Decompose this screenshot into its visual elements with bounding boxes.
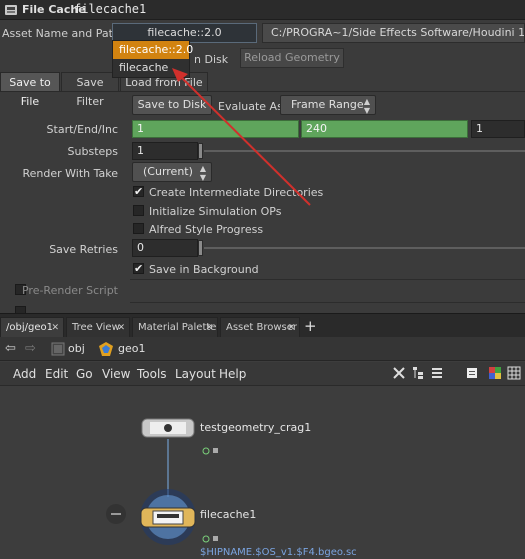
lock-icon: [213, 536, 218, 541]
breadcrumb-geo1[interactable]: geo1: [118, 342, 145, 355]
render-take-value: (Current): [143, 165, 193, 178]
node-label-testgeometry: testgeometry_crag1: [200, 421, 312, 434]
load-from-disk-label: n Disk: [194, 53, 229, 66]
network-pane: /obj/geo1 ✕ Tree View ✕ Material Palette ✕ …: [0, 313, 525, 559]
parameter-titlebar: File Cache filecache1: [0, 0, 525, 20]
node-filecache[interactable]: [140, 507, 196, 528]
render-take-menu[interactable]: (Current) ▲ ▼: [132, 162, 212, 182]
tab-tree-view[interactable]: Tree View ✕: [66, 317, 130, 337]
pre-render-type-checkbox[interactable]: [15, 306, 26, 313]
close-icon[interactable]: ✕: [205, 318, 213, 338]
obj-icon: [51, 342, 65, 356]
tree-icon[interactable]: [411, 366, 425, 380]
file-cache-node-icon: [5, 5, 17, 15]
save-background-checkbox[interactable]: ✔: [133, 263, 144, 274]
pre-render-label: Pre-Render Script: [21, 284, 118, 297]
lock-icon: [213, 448, 218, 453]
disk-row: n Disk Reload Geometry: [0, 46, 525, 70]
grid-icon[interactable]: [507, 366, 521, 380]
reload-geometry-button[interactable]: Reload Geometry: [240, 48, 344, 68]
palette-icon[interactable]: [488, 366, 502, 380]
end-frame-field[interactable]: 240: [301, 120, 468, 138]
node-graph: [106, 418, 218, 545]
list-icon[interactable]: [430, 366, 444, 380]
tab-save-to-file[interactable]: Save to File: [0, 72, 60, 108]
substeps-label: Substeps: [67, 145, 118, 158]
tab-obj-geo1[interactable]: /obj/geo1 ✕: [0, 317, 64, 337]
menu-go[interactable]: Go: [76, 367, 93, 381]
save-retries-slider-handle[interactable]: [198, 240, 203, 256]
substeps-slider-handle[interactable]: [198, 143, 203, 159]
geo-icon: [99, 342, 113, 356]
menu-edit[interactable]: Edit: [45, 367, 68, 381]
init-sim-label: Initialize Simulation OPs: [149, 205, 282, 218]
evaluate-as-menu[interactable]: Frame Range ▲ ▼: [280, 95, 376, 115]
node-output-path: $HIPNAME.$OS_v1.$F4.bgeo.sc: [200, 547, 357, 558]
evaluate-as-label: Evaluate As: [218, 100, 283, 113]
asset-dropdown-popup: filecache::2.0 filecache: [112, 40, 193, 78]
tab-label: /obj/geo1: [6, 322, 53, 333]
save-retries-label: Save Retries: [49, 243, 118, 256]
create-dirs-checkbox[interactable]: ✔: [133, 186, 144, 197]
render-with-take-label: Render With Take: [22, 167, 118, 180]
substeps-slider-track[interactable]: [204, 150, 525, 152]
network-menubar: Add Edit Go View Tools Layout Help: [0, 362, 525, 386]
wrench-icon[interactable]: [392, 366, 406, 380]
menu-add[interactable]: Add: [13, 367, 36, 381]
asset-label: Asset Name and Path: [2, 27, 120, 40]
evaluate-as-value: Frame Range: [291, 98, 364, 111]
network-canvas[interactable]: testgeometry_crag1 filecache1 $HIPNAME.$…: [0, 387, 525, 559]
parameter-pane: File Cache filecache1 Asset Name and Pat…: [0, 0, 525, 313]
node-testgeometry[interactable]: [141, 418, 195, 438]
close-icon[interactable]: ✕: [287, 318, 295, 338]
node-status-icon: [202, 447, 210, 455]
back-arrow-icon[interactable]: ⇦: [5, 341, 16, 356]
close-icon[interactable]: ✕: [117, 318, 125, 338]
breadcrumb-obj[interactable]: obj: [68, 342, 85, 355]
separator-line: [130, 302, 525, 303]
menu-help[interactable]: Help: [219, 367, 246, 381]
tab-asset-browser[interactable]: Asset Browser ✕: [220, 317, 300, 337]
node-name-field[interactable]: filecache1: [74, 2, 146, 16]
asset-option-filecache-2[interactable]: filecache::2.0: [113, 41, 193, 59]
start-frame-field[interactable]: 1: [132, 120, 299, 138]
init-sim-checkbox[interactable]: [133, 205, 144, 216]
save-retries-field[interactable]: 0: [132, 239, 198, 257]
save-background-label: Save in Background: [149, 263, 259, 276]
tab-material-palette[interactable]: Material Palette ✕: [132, 317, 218, 337]
asset-path-field[interactable]: C:/PROGRA~1/Side Effects Software/Houdin…: [262, 23, 525, 43]
separator-line: [130, 279, 525, 280]
forward-arrow-icon[interactable]: ⇨: [25, 341, 36, 356]
save-to-disk-button[interactable]: Save to Disk: [132, 95, 212, 115]
menu-layout[interactable]: Layout: [175, 367, 216, 381]
pane-tab-strip: /obj/geo1 ✕ Tree View ✕ Material Palette ✕ …: [0, 313, 525, 337]
tab-label: Tree View: [72, 322, 120, 333]
menu-view[interactable]: View: [102, 367, 130, 381]
alfred-label: Alfred Style Progress: [149, 223, 264, 236]
create-dirs-label: Create Intermediate Directories: [149, 186, 324, 199]
node-label-filecache: filecache1: [200, 508, 257, 521]
alfred-checkbox[interactable]: [133, 223, 144, 234]
start-end-inc-label: Start/End/Inc: [46, 123, 118, 136]
node-status-icon: [202, 535, 210, 543]
updown-arrows-icon: ▲ ▼: [363, 97, 370, 115]
increment-field[interactable]: 1: [471, 120, 525, 138]
tab-label: Asset Browser: [226, 322, 298, 333]
notes-icon[interactable]: [465, 366, 479, 380]
add-tab-icon[interactable]: +: [304, 317, 317, 336]
updown-arrows-icon: ▲ ▼: [199, 164, 206, 182]
param-tabs: Save to File Save Filter Load from File: [0, 72, 525, 108]
menu-tools[interactable]: Tools: [137, 367, 167, 381]
tab-divider: [0, 91, 525, 92]
close-icon[interactable]: ✕: [51, 318, 59, 338]
asset-row: Asset Name and Path filecache::2.0 C:/PR…: [0, 22, 525, 44]
save-retries-slider-track[interactable]: [204, 247, 525, 249]
asset-option-filecache[interactable]: filecache: [113, 59, 189, 77]
substeps-field[interactable]: 1: [132, 142, 198, 160]
tab-save-filter[interactable]: Save Filter: [61, 72, 119, 108]
path-bar: ⇦ ⇨ obj geo1: [0, 337, 525, 361]
